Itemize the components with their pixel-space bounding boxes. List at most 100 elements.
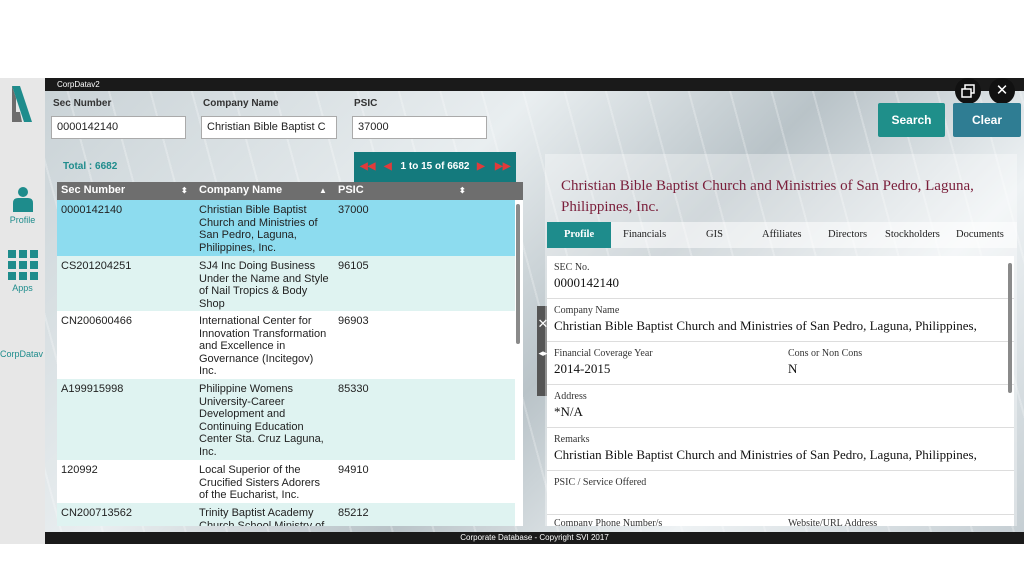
field-value: *N/A: [554, 404, 583, 419]
cell-psic: 96105: [338, 260, 369, 272]
table-row[interactable]: 120992 Local Superior of the Crucified S…: [57, 460, 515, 503]
field-label: Financial Coverage Year: [554, 348, 653, 359]
app-logo-icon: [10, 84, 34, 124]
psic-input[interactable]: 37000: [352, 116, 487, 139]
table-row[interactable]: CN200713562 Trinity Baptist Academy Chur…: [57, 503, 515, 526]
cell-sec-number: CN200600466: [61, 315, 132, 327]
divider: [547, 427, 1014, 428]
table-body: 0000142140 Christian Bible Baptist Churc…: [57, 200, 523, 526]
financial-year-field: Financial Coverage Year 2014-2015: [554, 348, 653, 377]
company-name-field: Company Name Christian Bible Baptist Chu…: [554, 305, 977, 334]
sidebar-item-apps[interactable]: Apps: [0, 250, 45, 293]
results-total: Total : 6682: [63, 161, 118, 172]
window-title-bar: CorpDatav2: [45, 78, 1024, 91]
footer: Corporate Database - Copyright SVI 2017: [45, 532, 1024, 544]
field-label: Cons or Non Cons: [788, 348, 863, 359]
sidebar-item-label: Profile: [9, 215, 36, 225]
field-label: Remarks: [554, 434, 590, 445]
table-header: Sec Number ⬍ Company Name ▲ PSIC ⬍: [57, 182, 523, 200]
detail-tabs: Profile Financials GIS Affiliates Direct…: [547, 222, 1017, 248]
last-page-button[interactable]: ▶▶: [495, 152, 510, 182]
table-row[interactable]: 0000142140 Christian Bible Baptist Churc…: [57, 200, 515, 256]
field-label: PSIC / Service Offered: [554, 477, 647, 488]
table-scrollbar[interactable]: [516, 204, 520, 344]
cell-sec-number: A199915998: [61, 383, 124, 395]
sort-asc-icon[interactable]: ▲: [319, 186, 327, 195]
tab-directors[interactable]: Directors: [828, 222, 867, 248]
table-row[interactable]: A199915998 Philippine Womens University-…: [57, 379, 515, 460]
tab-financials[interactable]: Financials: [623, 222, 666, 248]
sec-number-input[interactable]: 0000142140: [51, 116, 186, 139]
cell-sec-number: CS201204251: [61, 260, 132, 272]
sidebar-item-label: CorpDatav: [0, 349, 44, 359]
field-label: Website/URL Address: [788, 518, 878, 526]
table-row[interactable]: CS201204251 SJ4 Inc Doing Business Under…: [57, 256, 515, 311]
window-title: CorpDatav2: [57, 80, 100, 89]
tab-affiliates[interactable]: Affiliates: [762, 222, 801, 248]
field-label: Address: [554, 391, 587, 402]
psic-label: PSIC: [354, 98, 378, 109]
sec-number-label: Sec Number: [53, 98, 112, 109]
field-label: SEC No.: [554, 262, 590, 273]
tab-profile[interactable]: Profile: [547, 222, 612, 248]
profile-content: SEC No. 0000142140 Company Name Christia…: [547, 256, 1014, 526]
sec-no-field: SEC No. 0000142140: [554, 262, 619, 291]
detail-scrollbar[interactable]: [1008, 263, 1012, 393]
tab-documents[interactable]: Documents: [956, 222, 1004, 248]
cell-sec-number: 120992: [61, 464, 98, 476]
pager-label: 1 to 15 of 6682: [400, 161, 470, 172]
divider: [547, 470, 1014, 471]
cell-company-name: Christian Bible Baptist Church and Minis…: [199, 204, 318, 254]
company-name-label: Company Name: [203, 98, 279, 109]
company-name-input[interactable]: Christian Bible Baptist C: [201, 116, 337, 139]
column-header-psic[interactable]: PSIC: [338, 184, 364, 196]
clear-button[interactable]: Clear: [953, 103, 1021, 137]
search-button[interactable]: Search: [878, 103, 945, 137]
cons-field: Cons or Non Cons N: [788, 348, 862, 377]
detail-panel: Christian Bible Baptist Church and Minis…: [545, 154, 1017, 526]
column-header-sec-number[interactable]: Sec Number: [61, 184, 125, 196]
sidebar-item-corpdatav[interactable]: CorpDatav: [0, 349, 45, 359]
cell-psic: 85212: [338, 507, 369, 519]
cell-company-name: International Center for Innovation Tran…: [199, 315, 327, 377]
person-icon: [12, 187, 33, 212]
results-table: Sec Number ⬍ Company Name ▲ PSIC ⬍ 00001…: [57, 182, 523, 526]
field-value: Christian Bible Baptist Church and Minis…: [554, 318, 977, 333]
cell-company-name: Philippine Womens University-Career Deve…: [199, 383, 324, 458]
column-header-company-name[interactable]: Company Name: [199, 184, 282, 196]
restore-window-button[interactable]: [955, 78, 981, 104]
detail-title: Christian Bible Baptist Church and Minis…: [561, 178, 974, 215]
divider: [547, 384, 1014, 385]
cell-company-name: Local Superior of the Crucified Sisters …: [199, 464, 321, 501]
sidebar-item-label: Apps: [12, 283, 33, 293]
table-row[interactable]: CN200600466 International Center for Inn…: [57, 311, 515, 379]
first-page-button[interactable]: ◀◀: [360, 152, 375, 182]
phone-field: Company Phone Number/s: [554, 518, 662, 526]
field-value: Christian Bible Baptist Church and Minis…: [554, 447, 977, 462]
cell-psic: 85330: [338, 383, 369, 395]
next-page-button[interactable]: ▶: [477, 152, 485, 182]
cell-psic: 94910: [338, 464, 369, 476]
field-value: 2014-2015: [554, 361, 611, 376]
close-icon: ✕: [995, 82, 1009, 99]
pager: ◀◀ ◀ 1 to 15 of 6682 ▶ ▶▶: [354, 152, 516, 182]
tab-gis[interactable]: GIS: [706, 222, 723, 248]
remarks-field: Remarks Christian Bible Baptist Church a…: [554, 434, 977, 463]
address-field: Address *N/A: [554, 391, 587, 420]
tab-stockholders[interactable]: Stockholders: [885, 222, 940, 248]
cell-sec-number: CN200713562: [61, 507, 132, 519]
close-window-button[interactable]: ✕: [989, 78, 1015, 104]
field-label: Company Name: [554, 305, 620, 316]
cell-company-name: Trinity Baptist Academy Church School Mi…: [199, 507, 325, 526]
main-window: CorpDatav2 ✕ Sec Number 0000142140 Compa…: [45, 78, 1024, 544]
sidebar-item-profile[interactable]: Profile: [0, 186, 45, 225]
field-value: 0000142140: [554, 275, 619, 290]
cell-sec-number: 0000142140: [61, 204, 123, 216]
cell-psic: 96903: [338, 315, 369, 327]
sort-icon[interactable]: ⬍: [181, 186, 188, 195]
psic-service-field: PSIC / Service Offered: [554, 477, 646, 488]
field-value: N: [788, 361, 798, 376]
sidebar: Profile Apps CorpDatav: [0, 78, 45, 544]
prev-page-button[interactable]: ◀: [384, 152, 392, 182]
sort-icon[interactable]: ⬍: [459, 186, 466, 195]
